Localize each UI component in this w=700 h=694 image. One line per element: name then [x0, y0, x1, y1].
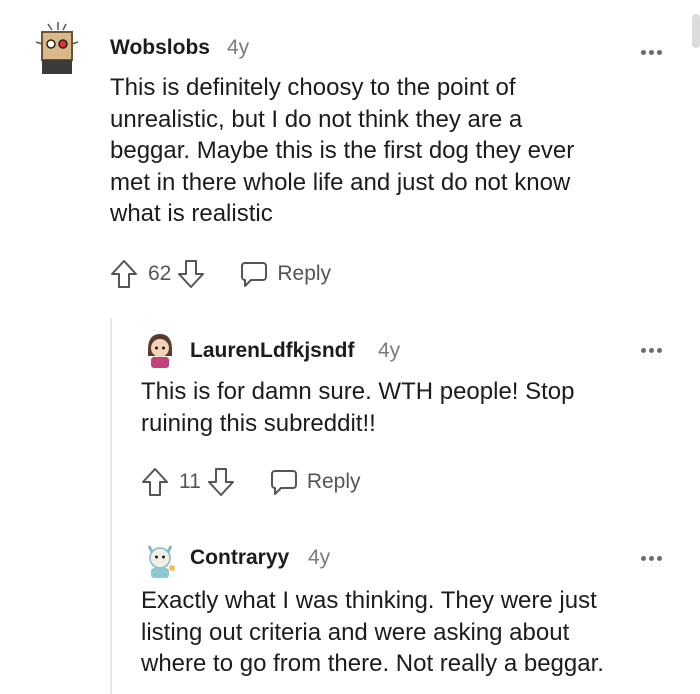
vote-control: 62: [110, 258, 205, 290]
scrollbar[interactable]: [692, 14, 700, 48]
username[interactable]: Wobslobs: [110, 36, 210, 60]
more-dots-icon[interactable]: [641, 340, 665, 356]
arrow-down-icon[interactable]: [207, 466, 235, 498]
arrow-up-icon[interactable]: [110, 258, 138, 290]
username[interactable]: LaurenLdfkjsndf: [190, 339, 355, 363]
comment-body: This is for damn sure. WTH people! Stop …: [141, 376, 575, 439]
more-dots-icon[interactable]: [641, 548, 665, 564]
girl-character-icon: [148, 334, 172, 368]
box-character-icon: [35, 22, 79, 74]
reply-button[interactable]: Reply: [269, 467, 361, 497]
comment-line: beggar. Maybe this is the first dog they…: [110, 137, 575, 164]
more-dots-icon[interactable]: [641, 42, 665, 58]
comment-line: unrealistic, but I do not think they are…: [110, 105, 523, 133]
avatar[interactable]: [34, 20, 80, 74]
comment-age: 4y: [308, 546, 331, 569]
comment-line: listing out criteria and were asking abo…: [141, 618, 570, 646]
comment-line: Exactly what I was thinking. They were j…: [141, 587, 597, 614]
reply-label: Reply: [306, 470, 361, 493]
vote-count: 62: [148, 262, 172, 285]
cat-character-icon: [147, 545, 175, 578]
arrow-down-icon[interactable]: [177, 258, 205, 290]
speech-bubble-icon: [241, 262, 268, 287]
comment-line: where to go from there. Not really a beg…: [141, 650, 604, 677]
comment-age: 4y: [378, 339, 401, 362]
avatar[interactable]: [140, 538, 186, 584]
comment-actions: 11 Reply: [141, 466, 361, 498]
comment-body: Exactly what I was thinking. They were j…: [141, 585, 604, 680]
avatar[interactable]: [140, 330, 186, 376]
comment-line: met in there whole life and just do not …: [110, 168, 571, 196]
vote-control: 11: [141, 466, 235, 498]
comment-body: This is definitely choosy to the point o…: [110, 72, 574, 230]
comment-line: ruining this subreddit!!: [141, 409, 376, 437]
reply-button[interactable]: Reply: [239, 259, 331, 289]
comment-line: This is for damn sure. WTH people! Stop: [141, 378, 575, 405]
vote-count: 11: [179, 470, 201, 493]
comment-actions: 62 Reply: [110, 258, 331, 290]
arrow-up-icon[interactable]: [141, 466, 169, 498]
comment-line: This is definitely choosy to the point o…: [110, 74, 516, 101]
username[interactable]: Contraryy: [190, 546, 289, 570]
comment-line: what is realistic: [110, 200, 273, 227]
speech-bubble-icon: [270, 470, 297, 495]
comment-age: 4y: [227, 36, 250, 59]
reply-label: Reply: [277, 262, 332, 285]
thread-line[interactable]: [110, 318, 112, 694]
